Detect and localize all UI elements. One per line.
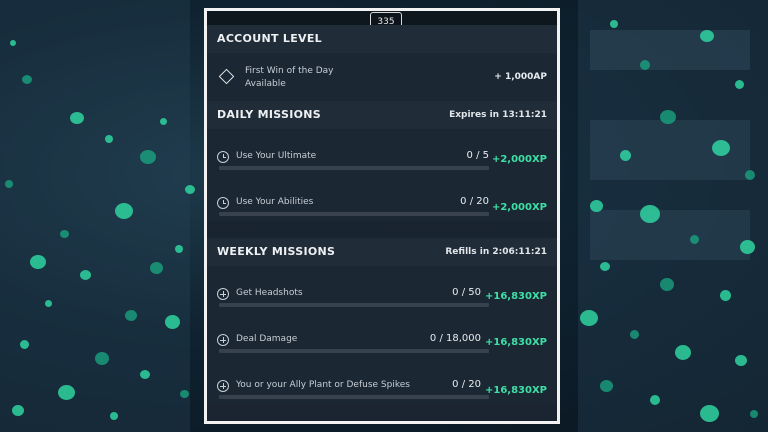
daily-missions-timer: Expires in 13:11:21 bbox=[449, 110, 547, 120]
mission-progress-bar bbox=[219, 212, 489, 216]
mission-reward: +16,830XP bbox=[484, 385, 547, 396]
mission-reward: +16,830XP bbox=[484, 337, 547, 348]
clock-icon bbox=[217, 197, 229, 209]
plus-circle-icon bbox=[217, 380, 229, 392]
mission-progress: 0 / 18,000 bbox=[429, 333, 481, 344]
weekly-mission-row[interactable]: You or your Ally Plant or Defuse Spikes … bbox=[207, 358, 557, 404]
mission-label: Deal Damage bbox=[236, 334, 298, 344]
first-win-label: First Win of the Day bbox=[245, 66, 334, 76]
mission-label: Use Your Abilities bbox=[236, 197, 314, 207]
daily-missions-header: DAILY MISSIONS Expires in 13:11:21 bbox=[207, 101, 557, 129]
mission-progress: 0 / 50 bbox=[452, 287, 481, 298]
mission-label: Get Headshots bbox=[236, 288, 303, 298]
mission-progress-bar bbox=[219, 166, 489, 170]
mission-progress: 0 / 5 bbox=[466, 150, 489, 161]
weekly-missions-title: WEEKLY MISSIONS bbox=[217, 245, 336, 258]
mission-progress-bar bbox=[219, 303, 489, 307]
daily-mission-row[interactable]: Use Your Ultimate 0 / 5 +2,000XP bbox=[207, 129, 557, 175]
account-level-item[interactable]: First Win of the Day Available + 1,000AP bbox=[207, 53, 557, 101]
weekly-missions-header: WEEKLY MISSIONS Refills in 2:06:11:21 bbox=[207, 238, 557, 266]
weekly-missions-timer: Refills in 2:06:11:21 bbox=[445, 247, 547, 257]
mission-progress-bar bbox=[219, 349, 489, 353]
mission-label: You or your Ally Plant or Defuse Spikes bbox=[236, 380, 410, 390]
mission-label: Use Your Ultimate bbox=[236, 151, 317, 161]
mission-reward: +2,000XP bbox=[491, 202, 547, 213]
mission-reward: +2,000XP bbox=[491, 154, 547, 165]
account-level-title: ACCOUNT LEVEL bbox=[217, 32, 322, 45]
first-win-reward: + 1,000AP bbox=[494, 72, 547, 82]
weekly-mission-row[interactable]: Deal Damage 0 / 18,000 +16,830XP bbox=[207, 312, 557, 358]
mission-progress: 0 / 20 bbox=[452, 379, 481, 390]
daily-missions-title: DAILY MISSIONS bbox=[217, 108, 321, 121]
first-win-status: Available bbox=[245, 79, 286, 89]
account-level-header: ACCOUNT LEVEL bbox=[207, 25, 557, 53]
missions-panel: 335 ACCOUNT LEVEL First Win of the Day A… bbox=[204, 8, 560, 424]
daily-mission-row[interactable]: Use Your Abilities 0 / 20 +2,000XP bbox=[207, 175, 557, 221]
account-level-item-label: First Win of the Day Available bbox=[245, 65, 334, 91]
plus-circle-icon bbox=[217, 334, 229, 346]
mission-progress: 0 / 20 bbox=[460, 196, 489, 207]
weekly-mission-row[interactable]: Get Headshots 0 / 50 +16,830XP bbox=[207, 266, 557, 312]
plus-circle-icon bbox=[217, 288, 229, 300]
mission-progress-bar bbox=[219, 395, 489, 399]
mission-reward: +16,830XP bbox=[484, 291, 547, 302]
clock-icon bbox=[217, 151, 229, 163]
